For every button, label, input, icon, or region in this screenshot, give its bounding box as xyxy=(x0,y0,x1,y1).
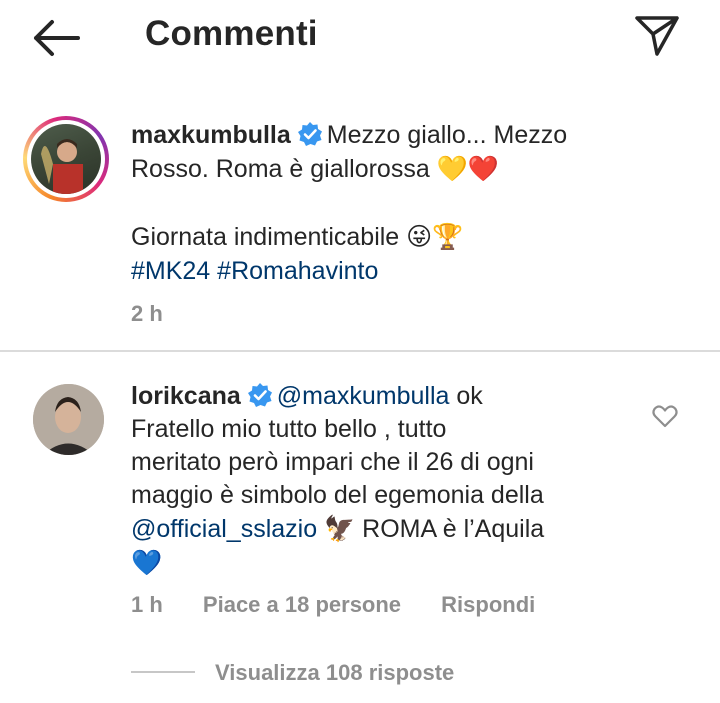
replies-divider xyxy=(131,671,195,673)
avatar[interactable] xyxy=(33,384,104,455)
post-username[interactable]: maxkumbulla xyxy=(131,121,291,149)
mention-maxkumbulla[interactable]: @maxkumbulla xyxy=(277,382,450,410)
eagle-emoji: 🦅 xyxy=(324,514,356,543)
page-title: Commenti xyxy=(145,14,318,53)
comment-text: lorikcana @maxkumbulla ok Fratello mio tu… xyxy=(131,380,631,580)
heart-outline-icon xyxy=(652,405,678,428)
comment-line-4: maggio è simbolo del egemonia della xyxy=(131,481,544,509)
verified-badge-icon xyxy=(297,122,322,146)
comment-username[interactable]: lorikcana xyxy=(131,382,241,410)
caption-line-3: Giornata indimenticabile xyxy=(131,223,400,251)
story-ring-avatar[interactable] xyxy=(23,116,109,202)
wink-trophy-emoji: 😜🏆 xyxy=(406,222,464,251)
comment-line-5-rest: ROMA è l’Aquila xyxy=(355,515,545,543)
comment-meta: 1 h Piace a 18 persone Rispondi xyxy=(131,592,569,618)
back-button[interactable] xyxy=(30,18,82,58)
view-replies-button[interactable]: Visualizza 108 risposte xyxy=(215,660,454,686)
caption-line-2: Rosso. Roma è giallorossa xyxy=(131,155,430,183)
share-button[interactable] xyxy=(634,14,680,58)
comment-line-1-rest: ok xyxy=(449,382,483,410)
arrow-left-icon xyxy=(34,20,80,56)
post-timestamp: 2 h xyxy=(131,301,163,326)
hearts-emoji: 💛❤️ xyxy=(436,154,499,183)
reply-button[interactable]: Rispondi xyxy=(441,592,535,617)
comment-line-2: Fratello mio tutto bello , tutto xyxy=(131,415,447,443)
comment-line-3: meritato però impari che il 26 di ogni xyxy=(131,448,534,476)
comment-timestamp: 1 h xyxy=(131,592,163,617)
paper-plane-icon xyxy=(635,16,679,56)
blue-heart-emoji: 💙 xyxy=(131,548,163,577)
like-comment-button[interactable] xyxy=(652,404,678,428)
top-bar: Commenti xyxy=(0,0,720,76)
divider xyxy=(0,350,720,352)
avatar xyxy=(31,124,101,194)
caption-line-1: Mezzo giallo... Mezzo xyxy=(326,121,568,149)
hashtag-mk24[interactable]: #MK24 xyxy=(131,257,210,285)
caption-text: maxkumbulla Mezzo giallo... Mezzo Rosso. … xyxy=(131,118,691,331)
likes-count[interactable]: Piace a 18 persone xyxy=(203,592,401,617)
hashtag-romahavinto[interactable]: #Romahavinto xyxy=(217,257,378,285)
mention-official-sslazio[interactable]: @official_sslazio xyxy=(131,515,317,543)
verified-badge-icon xyxy=(247,383,272,407)
